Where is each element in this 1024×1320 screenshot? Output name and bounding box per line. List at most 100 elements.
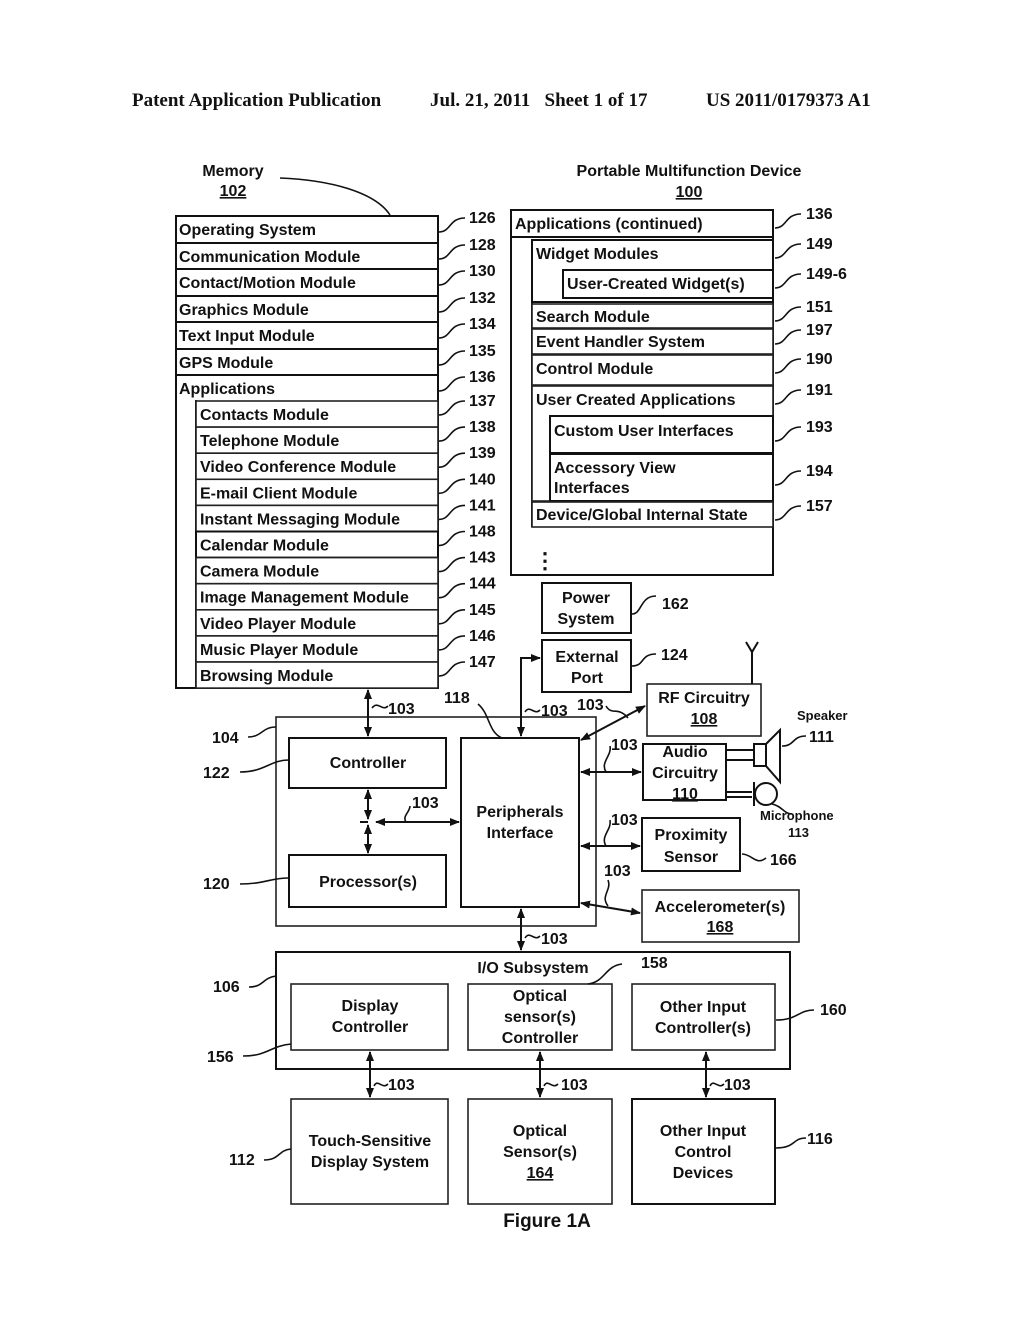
proximity-label-2: Sensor bbox=[664, 849, 718, 866]
touch-display-ref: 112 bbox=[229, 1152, 255, 1169]
other-input-controller-label-1: Other Input bbox=[660, 999, 747, 1016]
io-subsystem-ref: 106 bbox=[213, 979, 240, 996]
app-module-label: Music Player Module bbox=[200, 642, 358, 659]
widget-modules-label: Widget Modules bbox=[536, 246, 659, 263]
ellipsis-icon: ⋮ bbox=[534, 548, 556, 573]
memory-row-label: Graphics Module bbox=[179, 302, 309, 319]
touch-display-label-2: Display System bbox=[311, 1154, 429, 1171]
power-system-ref: 162 bbox=[662, 596, 689, 613]
search-module-ref: 151 bbox=[806, 299, 833, 316]
app-module-ref: 146 bbox=[469, 628, 496, 645]
memory-row-label: Operating System bbox=[179, 222, 316, 239]
processor-ref: 120 bbox=[203, 876, 230, 893]
app-module-ref: 145 bbox=[469, 602, 496, 619]
memory-row-label: GPS Module bbox=[179, 355, 273, 372]
app-module-ref: 137 bbox=[469, 393, 496, 410]
app-module-label: Camera Module bbox=[200, 564, 319, 581]
event-handler-ref: 197 bbox=[806, 322, 833, 339]
accessory-view-label-1: Accessory View bbox=[554, 460, 676, 477]
bus-ref-other-input: 103 bbox=[724, 1077, 751, 1094]
accessory-view-label-2: Interfaces bbox=[554, 480, 630, 497]
app-module-label: Calendar Module bbox=[200, 538, 329, 555]
app-module-label: E-mail Client Module bbox=[200, 485, 357, 502]
user-widgets-label: User-Created Widget(s) bbox=[567, 276, 745, 293]
power-system-label-1: Power bbox=[562, 590, 610, 607]
memory-ref: 102 bbox=[220, 183, 247, 200]
bus-ref-rf: 103 bbox=[577, 697, 604, 714]
touch-display-box bbox=[290, 1098, 449, 1205]
peripherals-interface-box bbox=[460, 737, 580, 908]
bus-ref-io: 103 bbox=[541, 931, 568, 948]
search-module-label: Search Module bbox=[536, 309, 650, 326]
memory-row-ref: 126 bbox=[469, 210, 496, 227]
bus-ref-ext: 103 bbox=[541, 703, 568, 720]
bus-ref-display: 103 bbox=[388, 1077, 415, 1094]
external-port-label-2: Port bbox=[571, 670, 604, 687]
rf-circuitry-label: RF Circuitry bbox=[658, 690, 750, 707]
event-handler-label: Event Handler System bbox=[536, 334, 705, 351]
proximity-ref: 166 bbox=[770, 852, 797, 869]
app-module-label: Instant Messaging Module bbox=[200, 511, 400, 528]
app-module-label: Telephone Module bbox=[200, 433, 339, 450]
app-module-ref: 140 bbox=[469, 471, 496, 488]
other-input-controller-box bbox=[631, 983, 776, 1051]
device-state-label: Device/Global Internal State bbox=[536, 507, 748, 524]
app-module-label: Video Conference Module bbox=[200, 459, 396, 476]
power-system-label-2: System bbox=[558, 611, 615, 628]
display-controller-label-2: Controller bbox=[332, 1019, 408, 1036]
app-module-ref: 138 bbox=[469, 419, 496, 436]
custom-ui-label: Custom User Interfaces bbox=[554, 423, 734, 440]
apps-continued-label: Applications (continued) bbox=[515, 216, 703, 233]
display-controller-label-1: Display bbox=[342, 998, 399, 1015]
memory-row-ref: 130 bbox=[469, 263, 496, 280]
external-port-label-1: External bbox=[555, 649, 618, 666]
speaker-ref: 111 bbox=[809, 729, 834, 746]
bus-ref-optical: 103 bbox=[561, 1077, 588, 1094]
rf-circuitry-ref: 108 bbox=[691, 711, 718, 728]
user-widgets-ref: 149-6 bbox=[806, 266, 847, 283]
speaker-icon bbox=[726, 727, 781, 785]
app-module-ref: 148 bbox=[469, 524, 496, 541]
optical-controller-ref: 158 bbox=[641, 955, 668, 972]
memory-row-label: Contact/Motion Module bbox=[179, 275, 356, 292]
apps-continued-ref: 136 bbox=[806, 206, 833, 223]
bus-ref-internal: 103 bbox=[412, 795, 439, 812]
proximity-label-1: Proximity bbox=[655, 827, 728, 844]
bus-ref-audio: 103 bbox=[611, 737, 638, 754]
device-title: Portable Multifunction Device bbox=[577, 163, 802, 180]
optical-controller-label-3: Controller bbox=[502, 1030, 578, 1047]
app-module-ref: 143 bbox=[469, 550, 496, 567]
app-module-ref: 144 bbox=[469, 576, 496, 593]
user-created-apps-label: User Created Applications bbox=[536, 392, 736, 409]
app-module-label: Browsing Module bbox=[200, 668, 333, 685]
app-module-label: Video Player Module bbox=[200, 616, 356, 633]
processor-label: Processor(s) bbox=[319, 874, 417, 891]
control-module-label: Control Module bbox=[536, 361, 653, 378]
touch-display-label-1: Touch-Sensitive bbox=[309, 1133, 431, 1150]
memory-row-label: Text Input Module bbox=[179, 328, 315, 345]
custom-ui-ref: 193 bbox=[806, 419, 833, 436]
external-port-ref: 124 bbox=[661, 647, 688, 664]
optical-sensor-ref: 164 bbox=[527, 1165, 554, 1182]
memory-row-ref: 135 bbox=[469, 343, 496, 360]
microphone-ref: 113 bbox=[788, 825, 809, 840]
microphone-icon bbox=[726, 782, 778, 806]
display-controller-box bbox=[290, 983, 449, 1051]
memory-leader bbox=[279, 177, 391, 216]
widget-modules-ref: 149 bbox=[806, 236, 833, 253]
controller-ref: 122 bbox=[203, 765, 230, 782]
bus-ref-accelerometer: 103 bbox=[604, 863, 631, 880]
accelerometer-label: Accelerometer(s) bbox=[655, 899, 786, 916]
device-state-ref: 157 bbox=[806, 498, 833, 515]
figure-caption: Figure 1A bbox=[503, 1211, 591, 1232]
optical-sensor-label-1: Optical bbox=[513, 1123, 567, 1140]
audio-circuitry-label-2: Circuitry bbox=[652, 765, 718, 782]
microphone-label: Microphone bbox=[760, 808, 834, 823]
optical-sensor-label-2: Sensor(s) bbox=[503, 1144, 577, 1161]
app-module-ref: 147 bbox=[469, 654, 496, 671]
audio-circuitry-label-1: Audio bbox=[662, 744, 708, 761]
speaker-label: Speaker bbox=[797, 708, 848, 723]
optical-controller-label-1: Optical bbox=[513, 988, 567, 1005]
other-input-devices-ref: 116 bbox=[807, 1131, 833, 1148]
bus-ref-proximity: 103 bbox=[611, 812, 638, 829]
